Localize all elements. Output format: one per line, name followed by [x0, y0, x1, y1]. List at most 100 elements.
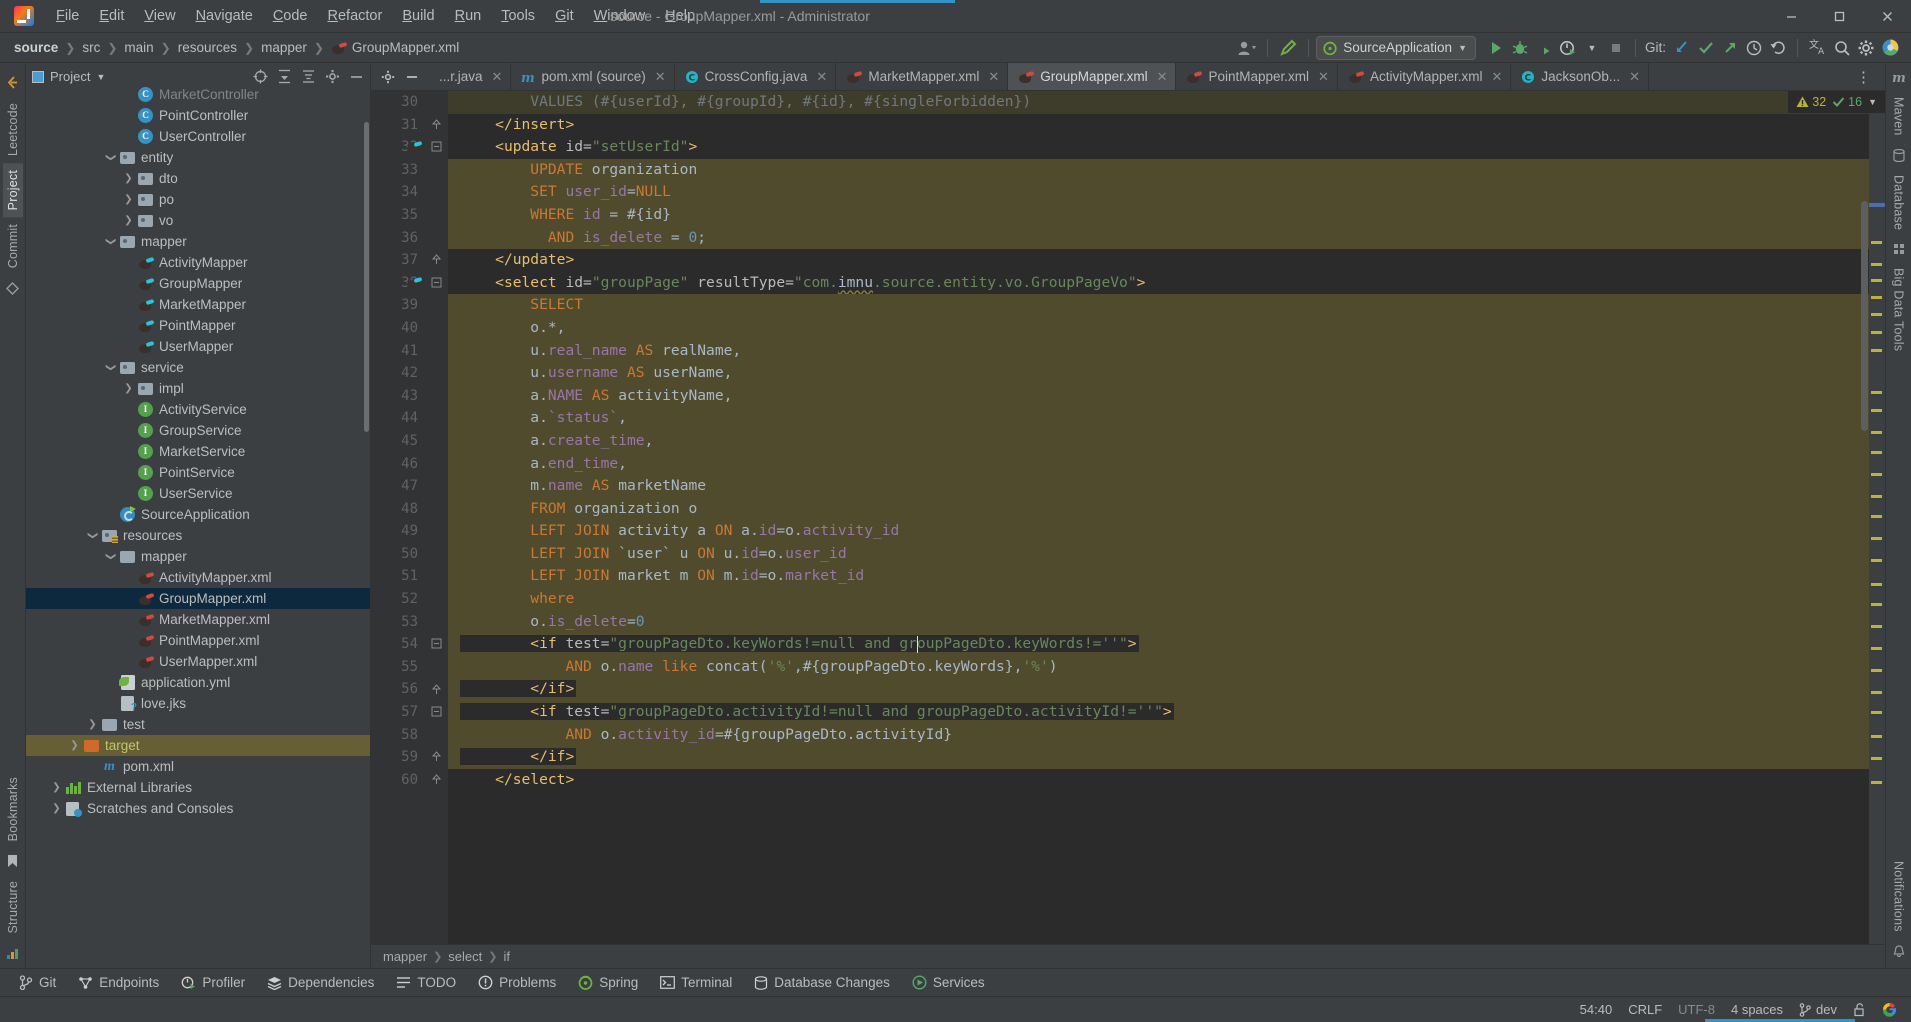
code-line[interactable]: FROM organization o — [448, 497, 1869, 521]
tree-node[interactable]: ❯ mapper — [26, 231, 370, 252]
stripe-warning-mark[interactable] — [1871, 669, 1882, 672]
fold-end-icon[interactable] — [431, 751, 442, 762]
stripe-warning-mark[interactable] — [1871, 279, 1882, 282]
translate-icon[interactable]: 文 A — [1805, 36, 1830, 60]
tab-list-menu-icon[interactable]: ⋮ — [1848, 68, 1879, 86]
unlocked-icon[interactable] — [1853, 1002, 1866, 1017]
chevron-right-icon[interactable]: ❯ — [122, 172, 135, 185]
stripe-warning-mark[interactable] — [1871, 603, 1882, 606]
code-line[interactable]: </select> — [448, 768, 1869, 792]
chevron-down-icon[interactable]: ❯ — [104, 235, 117, 248]
chevron-down-icon[interactable]: ❯ — [86, 529, 99, 542]
menu-tools[interactable]: Tools — [491, 4, 545, 28]
stripe-warning-mark[interactable] — [1871, 495, 1882, 498]
breadcrumb-item-resources[interactable]: resources — [174, 38, 241, 57]
tree-node[interactable]: I UserService — [26, 483, 370, 504]
stripe-warning-mark[interactable] — [1871, 559, 1882, 562]
breadcrumb-item-main[interactable]: main — [120, 38, 157, 57]
editor-tab-activitymapper-xml[interactable]: ActivityMapper.xml ✕ — [1338, 63, 1512, 90]
code-line[interactable]: SELECT — [448, 294, 1869, 317]
stripe-warning-mark[interactable] — [1871, 241, 1882, 244]
stripe-warning-mark[interactable] — [1871, 473, 1882, 476]
search-icon[interactable] — [1830, 36, 1854, 60]
menu-navigate[interactable]: Navigate — [186, 4, 263, 28]
fold-end-icon[interactable] — [431, 774, 442, 785]
stripe-warning-mark[interactable] — [1871, 391, 1882, 394]
code-line[interactable]: u.real_name AS realName, — [448, 339, 1869, 363]
caret-position[interactable]: 54:40 — [1580, 1002, 1613, 1017]
chevron-right-icon[interactable]: ❯ — [86, 718, 99, 731]
stripe-warning-mark[interactable] — [1871, 296, 1882, 299]
hide-editor-tabs-icon[interactable] — [405, 70, 419, 84]
code-line[interactable]: AND o.name like concat('%',#{groupPageDt… — [448, 655, 1869, 679]
code-line[interactable]: </insert> — [448, 113, 1869, 137]
editor-breadcrumb-item-select[interactable]: select — [448, 949, 482, 964]
tree-node[interactable]: ❯ dto — [26, 168, 370, 189]
close-icon[interactable]: ✕ — [1491, 69, 1502, 85]
chevron-right-icon[interactable]: ❯ — [68, 739, 81, 752]
editor-tab-marketmapper-xml[interactable]: MarketMapper.xml ✕ — [836, 63, 1009, 90]
stripe-warning-mark[interactable] — [1871, 647, 1882, 650]
code-line[interactable]: where — [448, 588, 1869, 611]
tree-node[interactable]: I ActivityService — [26, 399, 370, 420]
leetcode-icon[interactable] — [5, 75, 20, 90]
menu-run[interactable]: Run — [445, 4, 492, 28]
git-update-project-icon[interactable] — [1670, 36, 1694, 60]
sidebar-item-bookmarks[interactable]: Bookmarks — [3, 770, 23, 848]
code-line[interactable]: AND o.activity_id=#{groupPageDto.activit… — [448, 723, 1869, 747]
stripe-warning-mark[interactable] — [1871, 451, 1882, 454]
code-line[interactable]: a.end_time, — [448, 452, 1869, 476]
stripe-warning-mark[interactable] — [1871, 431, 1882, 434]
stripe-warning-mark[interactable] — [1871, 781, 1882, 784]
stripe-warning-mark[interactable] — [1871, 711, 1882, 714]
sidebar-item-notifications[interactable]: Notifications — [1889, 854, 1909, 939]
bottom-tool-services[interactable]: Services — [901, 972, 996, 993]
fold-start-icon[interactable] — [431, 277, 442, 288]
stripe-warning-mark[interactable] — [1871, 263, 1882, 266]
tree-node[interactable]: ActivityMapper.xml — [26, 567, 370, 588]
run-configuration-selector[interactable]: SourceApplication ▼ — [1316, 35, 1476, 60]
project-tree-scrollbar[interactable] — [364, 122, 369, 432]
google-account-icon[interactable] — [1882, 1002, 1897, 1017]
menu-build[interactable]: Build — [392, 4, 444, 28]
code-line[interactable]: AND is_delete = 0; — [448, 226, 1869, 250]
tree-node[interactable]: ❯ resources — [26, 525, 370, 546]
tree-node[interactable]: I MarketService — [26, 441, 370, 462]
menu-code[interactable]: Code — [263, 4, 318, 28]
more-run-options-icon[interactable]: ▼ — [1580, 36, 1604, 60]
stripe-warning-mark[interactable] — [1871, 625, 1882, 628]
editor-tab-jacksonob-[interactable]: C JacksonOb... ✕ — [1511, 63, 1650, 90]
code-line[interactable]: LEFT JOIN market m ON m.id=o.market_id — [448, 565, 1869, 589]
tree-node[interactable]: SourceApplication — [26, 504, 370, 525]
settings-gear-icon[interactable] — [1854, 36, 1878, 60]
maximize-button[interactable] — [1815, 0, 1863, 33]
editor-tab-pom-xml-source-[interactable]: m pom.xml (source) ✕ — [511, 63, 675, 90]
user-account-icon[interactable] — [1234, 36, 1260, 60]
stripe-warning-mark[interactable] — [1871, 735, 1882, 738]
line-separator[interactable]: CRLF — [1628, 1002, 1662, 1017]
chevron-right-icon[interactable]: ❯ — [50, 781, 63, 794]
profile-button[interactable] — [1556, 36, 1580, 60]
editor-tab-groupmapper-xml[interactable]: GroupMapper.xml ✕ — [1008, 63, 1177, 90]
menu-view[interactable]: View — [134, 4, 185, 28]
chevron-right-icon[interactable]: ❯ — [122, 382, 135, 395]
close-icon[interactable]: ✕ — [492, 69, 503, 85]
code-line[interactable]: o.is_delete=0 — [448, 610, 1869, 634]
tree-node[interactable]: ❯ vo — [26, 210, 370, 231]
editor-tab-pointmapper-xml[interactable]: PointMapper.xml ✕ — [1176, 63, 1338, 90]
indent-setting[interactable]: 4 spaces — [1731, 1002, 1783, 1017]
fold-start-icon[interactable] — [431, 638, 442, 649]
code-line[interactable]: </update> — [448, 249, 1869, 272]
sidebar-item-big-data-tools[interactable]: Big Data Tools — [1889, 261, 1909, 358]
tree-node[interactable]: ❯ External Libraries — [26, 777, 370, 798]
breadcrumb-item-groupmapper-xml[interactable]: GroupMapper.xml — [327, 38, 463, 57]
code-line[interactable]: LEFT JOIN `user` u ON u.id=o.user_id — [448, 542, 1869, 566]
bottom-tool-endpoints[interactable]: Endpoints — [67, 972, 170, 993]
tree-node[interactable]: love.jks — [26, 693, 370, 714]
tree-node[interactable]: ❯ service — [26, 357, 370, 378]
code-line[interactable]: <if test="groupPageDto.keyWords!=null an… — [448, 633, 1869, 656]
sidebar-item-commit[interactable]: Commit — [3, 217, 23, 275]
menu-edit[interactable]: Edit — [89, 4, 134, 28]
close-icon[interactable]: ✕ — [1157, 69, 1168, 85]
stripe-warning-mark[interactable] — [1871, 409, 1882, 412]
